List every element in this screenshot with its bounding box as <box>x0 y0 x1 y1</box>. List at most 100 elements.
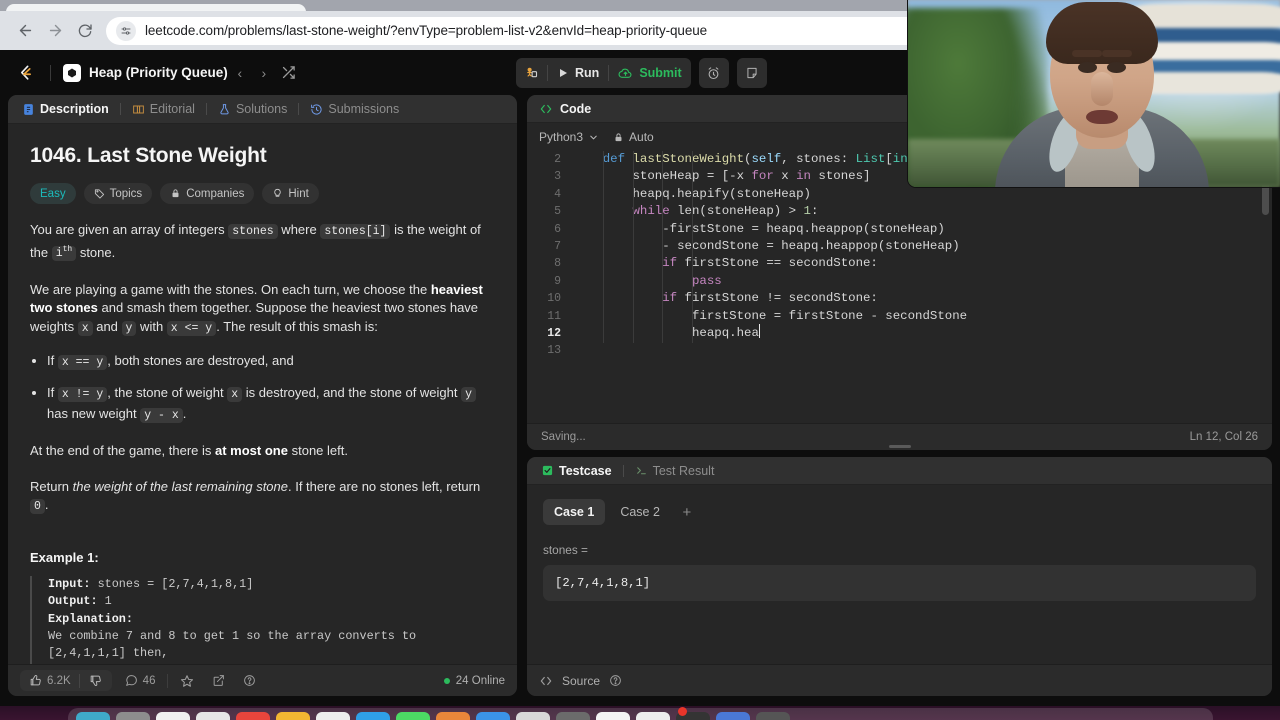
dock-icon-7[interactable] <box>356 712 390 720</box>
tab-editorial-label: Editorial <box>149 102 195 116</box>
topics-label: Topics <box>109 187 143 200</box>
panel-resize-handle[interactable] <box>888 445 911 448</box>
tab-testcase[interactable]: Testcase <box>539 464 614 478</box>
description-tab-bar: Description Editorial Solutions Submissi… <box>8 95 517 124</box>
description-footer: 6.2K 46 24 Online <box>8 664 517 696</box>
code-editor[interactable]: 2 def lastStoneWeight(self, stones: List… <box>527 151 1272 423</box>
indent-guide <box>632 203 634 221</box>
dock-icon-2[interactable] <box>156 712 190 720</box>
tune-icon[interactable] <box>116 20 136 41</box>
star-icon[interactable] <box>175 674 199 688</box>
indent-guide <box>662 220 664 238</box>
line-number: 3 <box>554 170 561 184</box>
help-circle-icon <box>610 675 621 686</box>
list-item: If x != y, the stone of weight x is dest… <box>47 383 495 425</box>
alarm-clock-icon[interactable] <box>698 58 729 88</box>
os-dock <box>0 706 1280 720</box>
indent-guide <box>632 185 634 204</box>
forward-arrow-icon[interactable] <box>40 16 70 46</box>
presenter-webcam-overlay <box>908 0 1280 187</box>
description-panel: Description Editorial Solutions Submissi… <box>8 95 517 696</box>
code-line-text: heapq.hea <box>573 324 760 343</box>
tab-test-result[interactable]: Test Result <box>633 464 717 478</box>
dock-icon-12[interactable] <box>556 712 590 720</box>
indent-guide <box>632 168 634 186</box>
thumbs-up-icon[interactable]: 6.2K <box>24 674 76 687</box>
line-number: 11 <box>547 309 561 323</box>
line-number: 6 <box>554 222 561 236</box>
inline-code-x2: x <box>227 387 243 403</box>
next-problem-button[interactable]: › <box>252 61 276 85</box>
problem-tag-row: Easy Topics Companies Hint <box>30 183 495 204</box>
dock-icon-6[interactable] <box>316 712 350 720</box>
dock-icon-3[interactable] <box>196 712 230 720</box>
page-title: 1046. Last Stone Weight <box>30 144 267 167</box>
terminal-icon <box>636 467 646 475</box>
inline-code-y: y <box>121 320 137 336</box>
dock-icon-5[interactable] <box>276 712 310 720</box>
share-icon[interactable] <box>207 674 230 687</box>
case-chip-2[interactable]: Case 2 <box>609 499 671 525</box>
dock-icon-17[interactable] <box>756 712 790 720</box>
comment-button[interactable]: 46 <box>120 674 161 687</box>
note-icon[interactable] <box>736 58 767 88</box>
debug-button[interactable] <box>516 58 547 88</box>
dock-icon-0[interactable] <box>76 712 110 720</box>
reload-icon[interactable] <box>70 16 100 46</box>
example-output-label: Output: <box>48 594 98 609</box>
tab-editorial[interactable]: Editorial <box>130 102 197 116</box>
source-label[interactable]: Source <box>562 674 600 688</box>
prev-problem-button[interactable]: ‹ <box>228 61 252 85</box>
webcam-person <box>995 0 1209 187</box>
help-circle-icon[interactable] <box>238 674 261 687</box>
dock-icon-16[interactable] <box>716 712 750 720</box>
indent-guide <box>662 151 664 169</box>
problem-paragraph-1: You are given an array of integers stone… <box>30 222 481 262</box>
inline-code-y2: y <box>461 387 477 403</box>
saving-status: Saving... <box>541 431 586 443</box>
tab-submissions[interactable]: Submissions <box>308 102 401 116</box>
add-case-button[interactable]: + <box>675 500 699 524</box>
case-chip-1[interactable]: Case 1 <box>543 499 606 525</box>
dock-icon-8[interactable] <box>396 712 430 720</box>
dock-icon-13[interactable] <box>596 712 630 720</box>
difficulty-badge[interactable]: Easy <box>30 183 76 204</box>
indent-guide <box>662 324 664 343</box>
auto-format-toggle[interactable]: Auto <box>613 130 654 144</box>
text-cursor <box>758 324 760 339</box>
tab-solutions[interactable]: Solutions <box>216 102 289 116</box>
tab-description[interactable]: Description <box>20 102 111 116</box>
indent-guide <box>632 290 634 308</box>
dock-icon-9[interactable] <box>436 712 470 720</box>
indent-guide <box>692 203 694 221</box>
indent-guide <box>632 307 634 325</box>
indent-guide <box>602 307 604 325</box>
run-button[interactable]: Run <box>548 58 608 88</box>
dock-icon-11[interactable] <box>516 712 550 720</box>
companies-button[interactable]: Companies <box>160 183 255 204</box>
dock-icon-10[interactable] <box>476 712 510 720</box>
indent-guide <box>602 185 604 204</box>
topics-button[interactable]: Topics <box>83 183 153 204</box>
leetcode-logo[interactable] <box>14 61 38 85</box>
language-selector[interactable]: Python3 <box>539 130 599 144</box>
indent-guide <box>662 203 664 221</box>
problem-paragraph-2: We are playing a game with the stones. O… <box>30 281 483 336</box>
line-number: 7 <box>554 239 561 253</box>
param-input-stones[interactable]: [2,7,4,1,8,1] <box>543 565 1256 601</box>
dock-icon-14[interactable] <box>636 712 670 720</box>
difficulty-label: Easy <box>40 187 66 200</box>
dock-icon-1[interactable] <box>116 712 150 720</box>
indent-guide <box>632 324 634 343</box>
shuffle-icon[interactable] <box>276 61 302 85</box>
dock-icon-4[interactable] <box>236 712 270 720</box>
hint-button[interactable]: Hint <box>262 183 319 204</box>
problem-list-chip[interactable]: Heap (Priority Queue) <box>63 63 228 82</box>
code-brackets-icon <box>540 676 552 685</box>
thumbs-down-icon[interactable] <box>83 674 108 687</box>
tab-testcase-label: Testcase <box>559 463 612 478</box>
example-input-label: Input: <box>48 576 91 591</box>
back-arrow-icon[interactable] <box>10 16 40 46</box>
submit-button[interactable]: Submit <box>609 58 690 88</box>
vote-control[interactable]: 6.2K <box>20 670 112 691</box>
